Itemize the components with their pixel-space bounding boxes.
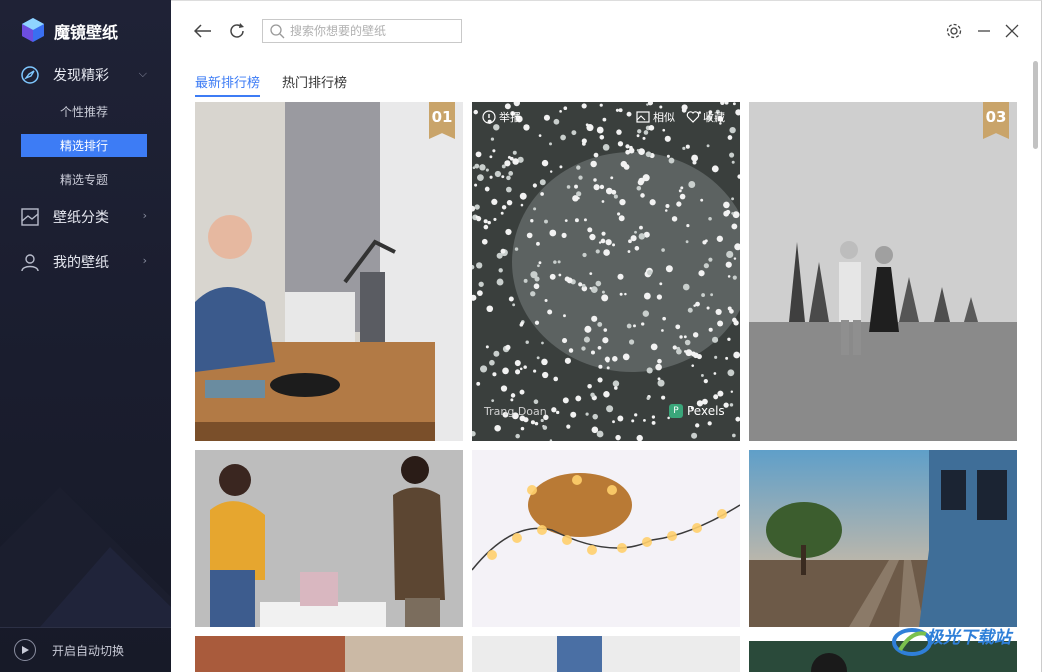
wallpaper-image-person	[472, 636, 740, 672]
sidebar-decoration	[0, 487, 171, 627]
wallpaper-image-train	[749, 450, 1017, 627]
heart-icon	[686, 111, 700, 123]
watermark: 极光下载站	[890, 620, 1040, 668]
gear-icon	[946, 23, 962, 39]
source-label: Pexels	[687, 404, 725, 418]
wallpaper-image-building	[195, 636, 463, 672]
wallpaper-card-7[interactable]	[195, 636, 463, 672]
report-button[interactable]: 举报	[482, 109, 521, 125]
app-logo-icon	[22, 18, 44, 42]
info-icon	[482, 110, 496, 124]
back-button[interactable]	[193, 21, 213, 41]
chevron-right-icon: ›	[142, 209, 147, 222]
sidebar-item-discover[interactable]: 发现精彩 ⌵	[20, 63, 155, 87]
wallpaper-image-bread	[472, 450, 740, 627]
sidebar-item-mine[interactable]: 我的壁纸 ›	[20, 250, 155, 274]
app-window: 魔镜壁纸 发现精彩 ⌵ 个性推荐 精选排行 精选专题 壁纸分类 › 我的壁纸 ›	[0, 0, 1042, 672]
sidebar-item-categories[interactable]: 壁纸分类 ›	[20, 205, 155, 229]
search-icon	[270, 24, 285, 39]
sidebar-sub-topics[interactable]: 精选专题	[21, 168, 147, 191]
wallpaper-card-2[interactable]: 举报 相似 收藏 Trang Doan P Pexels	[472, 102, 740, 441]
sidebar: 魔镜壁纸 发现精彩 ⌵ 个性推荐 精选排行 精选专题 壁纸分类 › 我的壁纸 ›	[0, 0, 171, 672]
pexels-icon: P	[669, 404, 683, 418]
wallpaper-image-flowers	[472, 102, 740, 441]
wallpaper-card-6[interactable]	[749, 450, 1017, 627]
tab-hot[interactable]: 热门排行榜	[282, 72, 347, 95]
favorite-button[interactable]: 收藏	[686, 109, 725, 125]
search-input[interactable]	[290, 24, 450, 38]
report-label: 举报	[499, 111, 521, 124]
auto-switch-label: 开启自动切换	[52, 643, 125, 658]
wallpaper-card-8[interactable]	[472, 636, 740, 672]
similar-button[interactable]: 相似	[636, 109, 675, 125]
chevron-down-icon: ⌵	[138, 67, 147, 80]
wallpaper-image-office	[195, 102, 463, 441]
similar-label: 相似	[653, 111, 675, 124]
minimize-button[interactable]	[974, 21, 994, 41]
discover-icon	[20, 65, 40, 85]
author-name: Trang Doan	[484, 405, 547, 418]
sidebar-sub-ranking[interactable]: 精选排行	[21, 134, 147, 157]
auto-switch-button[interactable]: 开启自动切换	[0, 627, 171, 672]
scrollbar-thumb[interactable]	[1033, 61, 1038, 149]
search-box[interactable]	[262, 19, 462, 43]
close-icon	[1005, 24, 1019, 38]
wallpaper-card-3[interactable]: 03	[749, 102, 1017, 441]
favorite-label: 收藏	[703, 111, 725, 124]
sidebar-item-label: 壁纸分类	[53, 210, 109, 226]
play-icon	[14, 639, 36, 661]
sidebar-item-label: 发现精彩	[53, 68, 109, 84]
refresh-button[interactable]	[227, 21, 247, 41]
settings-button[interactable]	[944, 21, 964, 41]
tab-latest[interactable]: 最新排行榜	[195, 72, 261, 97]
source-link[interactable]: P Pexels	[669, 404, 725, 418]
refresh-icon	[230, 23, 244, 38]
image-category-icon	[20, 207, 40, 227]
wallpaper-image-couple	[749, 102, 1017, 441]
chevron-right-icon: ›	[142, 254, 147, 267]
sidebar-sub-recommend[interactable]: 个性推荐	[21, 100, 147, 123]
close-button[interactable]	[1002, 21, 1022, 41]
arrow-left-icon	[194, 24, 211, 38]
wallpaper-card-5[interactable]	[472, 450, 740, 627]
sidebar-item-label: 我的壁纸	[53, 255, 109, 271]
main-content: 最新排行榜 热门排行榜 01	[171, 0, 1042, 672]
wallpaper-card-1[interactable]: 01	[195, 102, 463, 441]
watermark-text: 极光下载站	[926, 628, 1011, 648]
image-icon	[636, 111, 650, 123]
wallpaper-card-4[interactable]	[195, 450, 463, 627]
wallpaper-image-gift	[195, 450, 463, 627]
app-title: 魔镜壁纸	[54, 23, 119, 42]
user-icon	[20, 252, 40, 272]
minimize-icon	[978, 30, 990, 32]
